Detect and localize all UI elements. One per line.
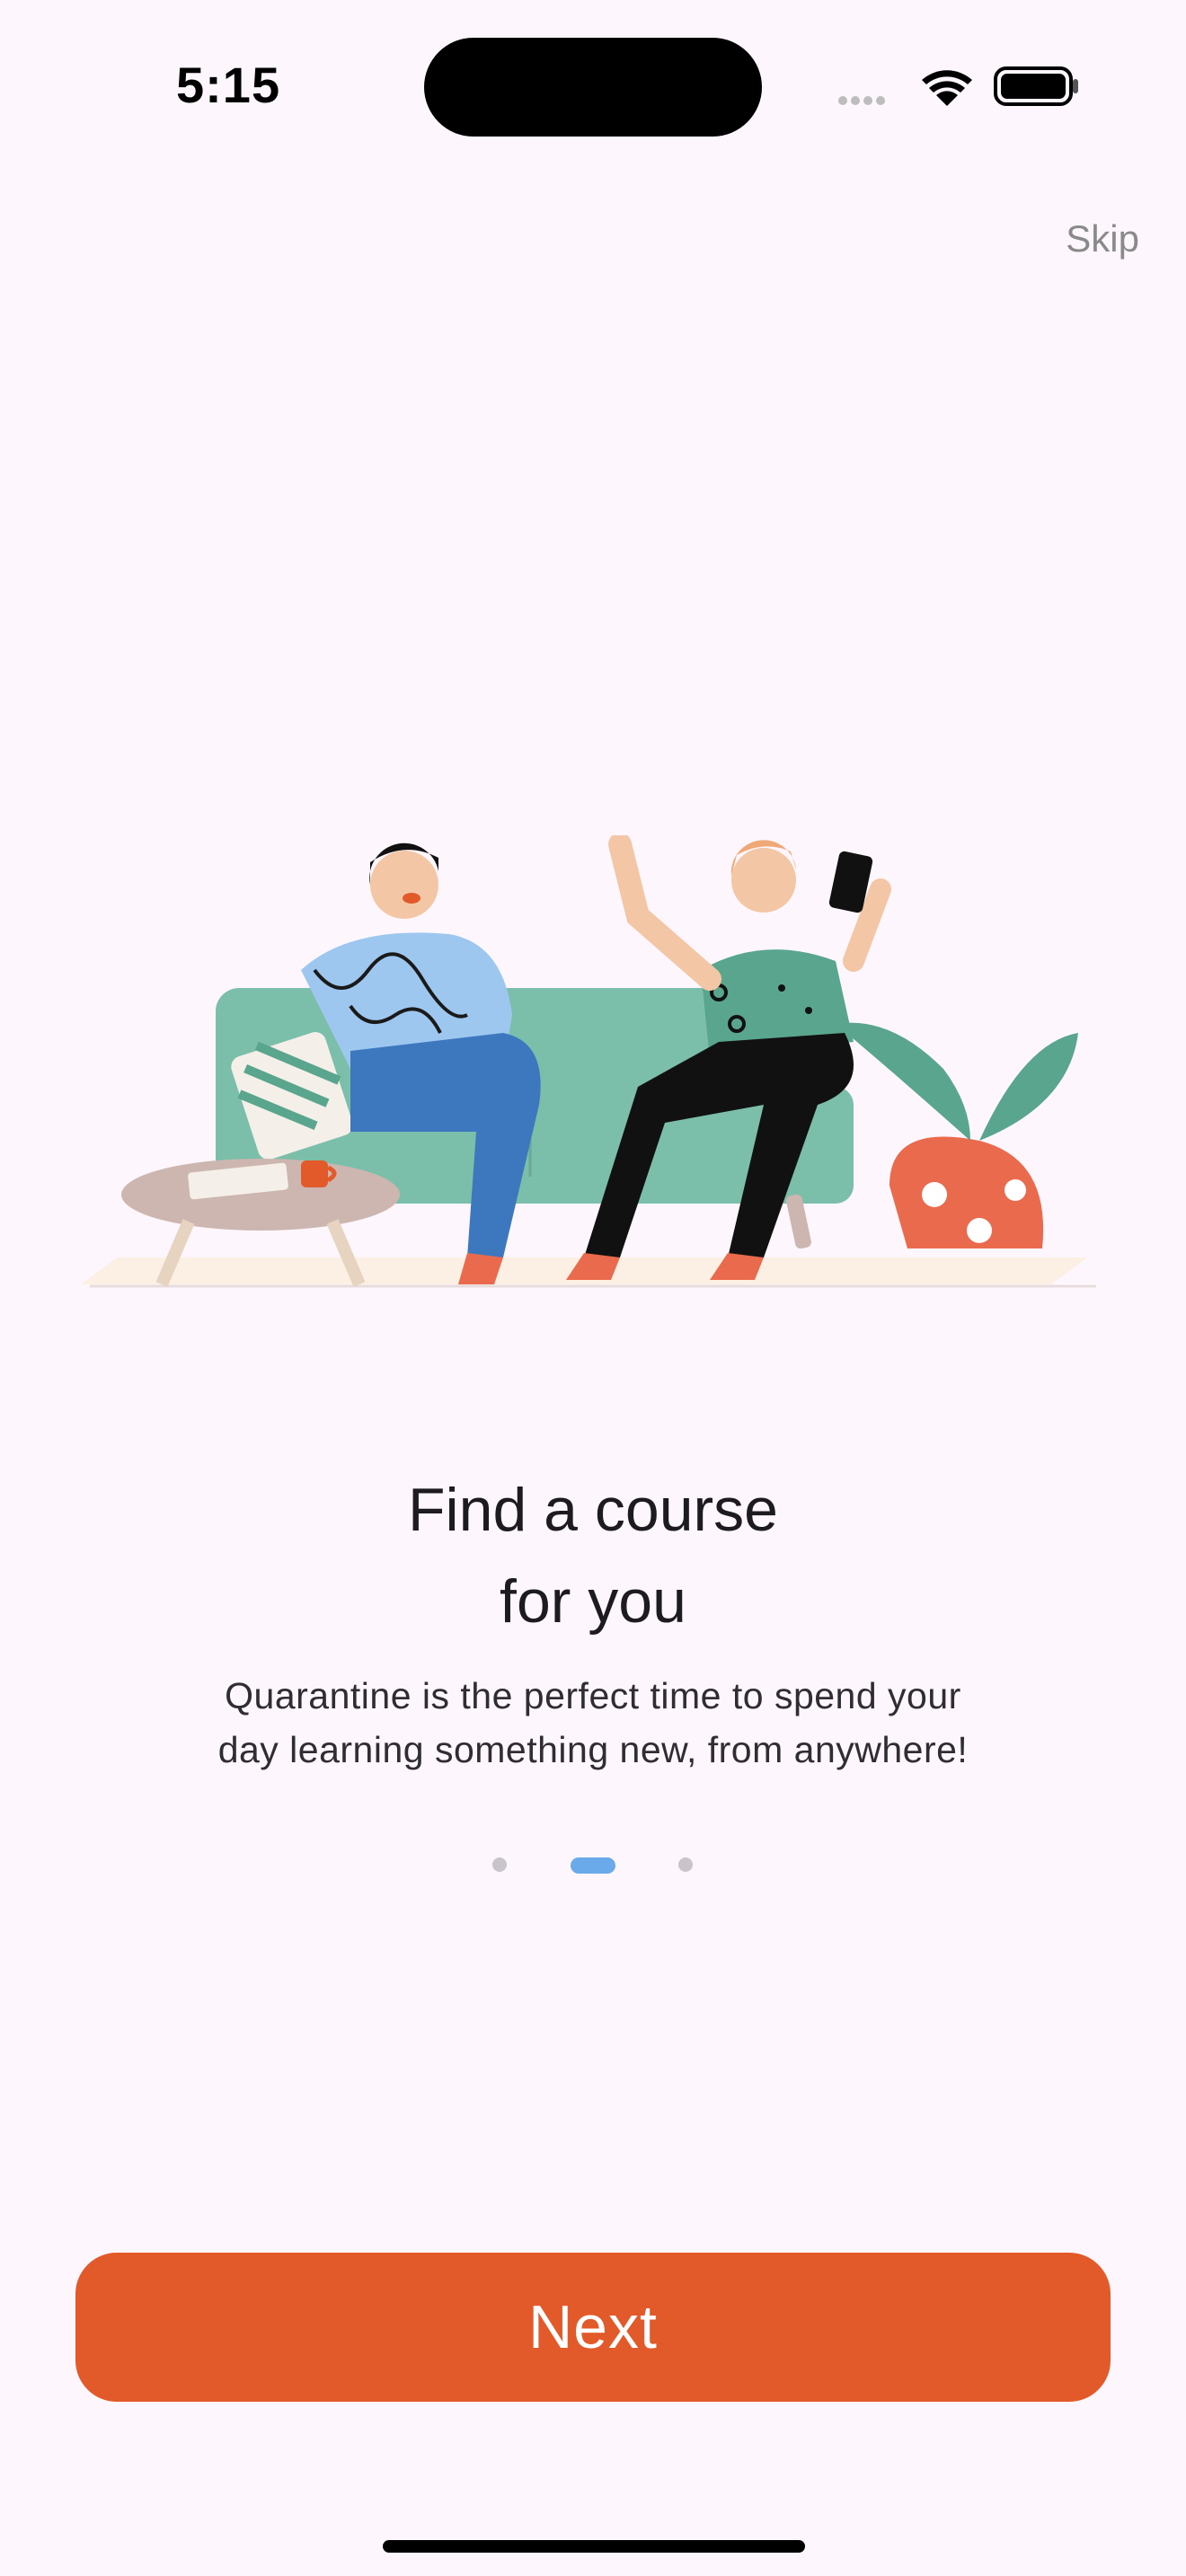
page-title-line-2: for you [500, 1567, 686, 1636]
page-description-line-2: day learning something new, from anywher… [217, 1729, 969, 1770]
status-bar: 5:15 [0, 0, 1186, 171]
status-time: 5:15 [176, 57, 281, 113]
next-button[interactable]: Next [75, 2253, 1111, 2402]
status-icons [838, 66, 1078, 106]
dynamic-island [424, 38, 762, 137]
battery-icon [994, 66, 1078, 106]
page-title-line-1: Find a course [408, 1476, 778, 1544]
cellular-signal-icon [838, 96, 885, 105]
wifi-icon [922, 70, 972, 106]
skip-button[interactable]: Skip [1066, 217, 1139, 260]
two-people-on-sofa-illustration [81, 835, 1096, 1288]
page-indicator-dot-2-active[interactable] [571, 1857, 615, 1874]
page-description-line-1: Quarantine is the perfect time to spend … [225, 1675, 961, 1716]
page-indicator-dot-1[interactable] [492, 1857, 507, 1872]
page-indicator [0, 1857, 1186, 1874]
page-title: Find a course for you [0, 1464, 1186, 1647]
page-indicator-dot-3[interactable] [678, 1857, 693, 1872]
page-description: Quarantine is the perfect time to spend … [135, 1669, 1051, 1777]
home-indicator[interactable] [383, 2540, 805, 2553]
